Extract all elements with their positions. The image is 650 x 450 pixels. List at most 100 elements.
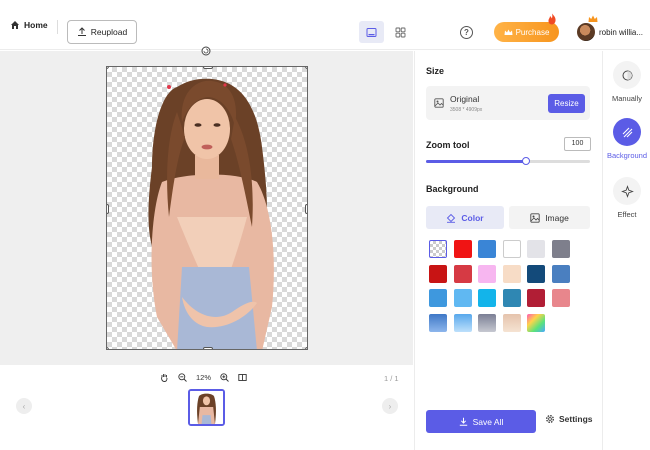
compare-icon[interactable]	[238, 373, 247, 382]
resize-handle-top-right[interactable]	[305, 67, 307, 69]
image-canvas[interactable]	[106, 66, 308, 350]
color-swatch[interactable]	[429, 264, 447, 283]
color-swatch[interactable]	[527, 264, 545, 283]
rotate-handle-icon[interactable]	[201, 46, 211, 56]
image-thumbnail[interactable]	[188, 389, 225, 426]
home-label: Home	[24, 20, 48, 30]
size-option-card[interactable]: Original 3508 * 4909px Resize	[426, 86, 590, 120]
save-all-button[interactable]: Save All	[426, 410, 536, 433]
color-swatch[interactable]	[551, 289, 570, 307]
color-swatch[interactable]	[478, 240, 496, 258]
username[interactable]: robin willia...	[599, 28, 649, 37]
zoom-slider[interactable]	[426, 157, 590, 165]
zoom-out-icon[interactable]	[178, 373, 187, 382]
reupload-label: Reupload	[90, 27, 128, 37]
tool-background[interactable]: Background	[603, 118, 650, 160]
color-swatch[interactable]	[527, 313, 545, 332]
save-all-label: Save All	[472, 416, 504, 427]
resize-handle-bottom[interactable]	[203, 347, 213, 349]
size-name: Original	[450, 94, 480, 104]
purchase-label: Purchase	[515, 27, 550, 37]
settings-panel: Size Original 3508 * 4909px Resize Zoom …	[414, 51, 602, 450]
single-view-button[interactable]	[359, 21, 384, 43]
upload-icon	[77, 27, 86, 36]
color-swatch[interactable]	[527, 289, 545, 307]
settings-button[interactable]: Settings	[545, 414, 593, 424]
reupload-button[interactable]: Reupload	[67, 20, 137, 44]
download-icon	[459, 417, 467, 426]
home-button[interactable]: Home	[10, 20, 48, 30]
color-swatch[interactable]	[527, 240, 545, 258]
gear-icon	[546, 415, 554, 423]
previous-image-button[interactable]: ‹	[16, 398, 32, 414]
color-swatch[interactable]	[551, 240, 570, 258]
tab-color[interactable]: Color	[426, 206, 504, 229]
eraser-svg	[622, 70, 632, 80]
effect-icon	[613, 177, 641, 205]
chevron-left-icon: ‹	[22, 401, 26, 411]
resize-handle-left[interactable]	[107, 204, 109, 214]
tool-rail: Manually Background Effect	[602, 51, 650, 450]
color-swatch[interactable]	[453, 240, 472, 258]
resize-button[interactable]: Resize	[548, 94, 585, 113]
bottom-toolbar: 12% 1 / 1 ‹ ›	[0, 365, 413, 450]
color-swatch-grid	[429, 240, 593, 332]
crown-icon	[504, 29, 513, 35]
grid-view-button[interactable]	[388, 21, 413, 43]
next-image-button[interactable]: ›	[382, 398, 398, 414]
header-divider	[57, 20, 58, 34]
size-title: Size	[426, 66, 445, 76]
help-icon[interactable]: ?	[460, 26, 473, 39]
size-dimensions: 3508 * 4909px	[450, 107, 483, 113]
hand-pan-icon[interactable]	[160, 373, 169, 382]
tab-image[interactable]: Image	[509, 206, 590, 229]
color-swatch[interactable]	[502, 240, 521, 258]
color-swatch[interactable]	[478, 313, 496, 332]
color-swatch[interactable]	[429, 313, 447, 332]
zoom-value-input[interactable]: 100	[564, 137, 591, 151]
zoom-tool-title: Zoom tool	[426, 140, 470, 150]
background-icon	[613, 118, 641, 146]
zoom-controls: 12%	[160, 373, 247, 382]
effect-svg	[620, 184, 634, 198]
cutout-portrait-image	[148, 78, 274, 349]
color-swatch[interactable]	[453, 313, 472, 332]
top-bar: Home Reupload ? Purchase robin willia...	[0, 0, 650, 50]
purchase-button[interactable]: Purchase	[494, 22, 559, 42]
color-swatch[interactable]	[551, 264, 570, 283]
color-swatch[interactable]	[453, 289, 472, 307]
tool-effect-label: Effect	[617, 210, 637, 219]
tool-effect[interactable]: Effect	[603, 177, 650, 219]
color-swatch[interactable]	[478, 264, 496, 283]
resize-handle-bottom-right[interactable]	[305, 347, 307, 349]
color-swatch[interactable]	[502, 313, 521, 332]
background-title: Background	[426, 184, 479, 194]
settings-label: Settings	[559, 414, 593, 424]
chevron-right-icon: ›	[388, 401, 392, 411]
fire-icon	[548, 13, 556, 25]
zoom-slider-fill	[426, 160, 527, 163]
color-swatch[interactable]	[429, 240, 447, 258]
tool-manually[interactable]: Manually	[603, 61, 650, 103]
zoom-in-icon[interactable]	[220, 373, 229, 382]
resize-handle-top[interactable]	[203, 67, 213, 69]
color-swatch[interactable]	[478, 289, 496, 307]
single-view-icon	[366, 27, 377, 37]
paint-bucket-icon	[447, 213, 456, 223]
color-swatch[interactable]	[502, 289, 521, 307]
tool-manually-label: Manually	[611, 94, 642, 103]
color-swatch[interactable]	[429, 289, 447, 307]
image-icon	[530, 212, 540, 223]
canvas-area	[0, 46, 413, 365]
color-swatch[interactable]	[453, 264, 472, 283]
resize-handle-bottom-left[interactable]	[107, 347, 109, 349]
resize-handle-right[interactable]	[305, 204, 307, 214]
page-count: 1 / 1	[384, 374, 399, 383]
color-swatch[interactable]	[502, 264, 521, 283]
home-icon	[11, 21, 19, 29]
avatar-crown-icon	[588, 15, 598, 22]
zoom-percent: 12%	[196, 373, 212, 382]
zoom-slider-knob[interactable]	[522, 157, 531, 165]
avatar[interactable]	[576, 22, 596, 42]
grid-view-icon	[395, 27, 406, 37]
